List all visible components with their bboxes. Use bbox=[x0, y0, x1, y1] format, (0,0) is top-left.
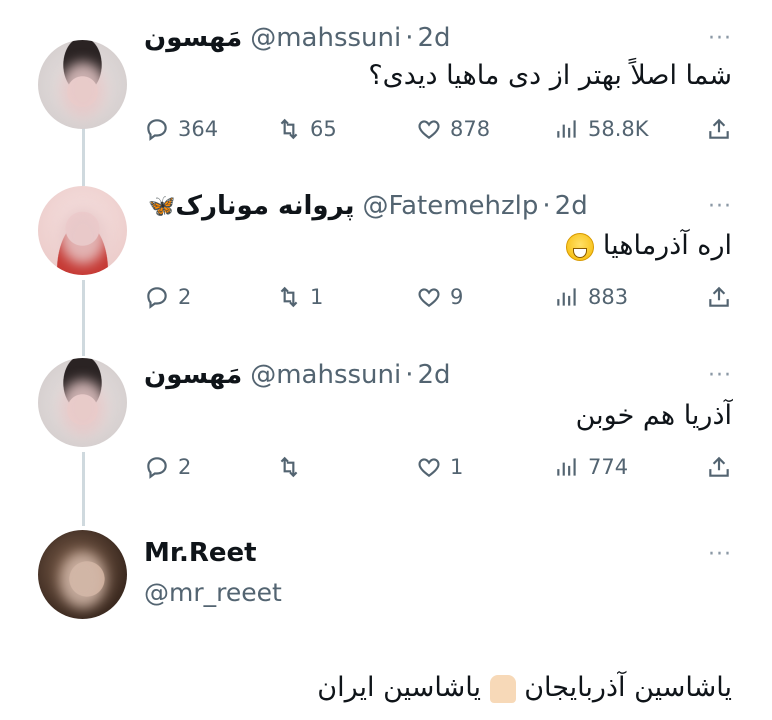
views-button[interactable]: 774 bbox=[554, 450, 628, 484]
like-button[interactable]: 878 bbox=[416, 112, 490, 146]
timestamp[interactable]: 2d bbox=[418, 360, 451, 390]
more-icon[interactable]: ··· bbox=[708, 542, 732, 567]
separator-dot: · bbox=[405, 360, 414, 390]
tweet-text: یاشاسین آذربایجان یاشاسین ایران bbox=[317, 672, 732, 703]
like-count: 9 bbox=[450, 285, 464, 309]
action-bar: 364 65 878 58.8K bbox=[144, 112, 732, 146]
tweet-text-content: اره آذرماهیا bbox=[602, 230, 732, 261]
reply-button[interactable]: 364 bbox=[144, 112, 218, 146]
reply-icon bbox=[147, 119, 167, 141]
like-button[interactable]: 9 bbox=[416, 280, 463, 314]
timestamp[interactable]: 2d bbox=[555, 191, 588, 221]
share-icon bbox=[709, 286, 729, 307]
tweet-header: مَهسون @mahssuni · 2d bbox=[144, 355, 732, 395]
user-handle[interactable]: @mahssuni bbox=[250, 360, 401, 390]
retweet-count: 1 bbox=[310, 285, 324, 309]
views-icon bbox=[557, 120, 576, 138]
like-icon bbox=[418, 288, 440, 307]
views-count: 883 bbox=[588, 285, 629, 309]
reply-count: 2 bbox=[178, 285, 192, 309]
retweet-count: 65 bbox=[310, 117, 337, 141]
like-icon bbox=[418, 120, 440, 139]
share-button[interactable] bbox=[706, 280, 732, 314]
grin-emoji bbox=[566, 232, 595, 261]
like-count: 878 bbox=[450, 117, 491, 141]
tweet-text-part: یاشاسین آذربایجان bbox=[524, 672, 732, 703]
more-icon[interactable]: ··· bbox=[708, 363, 732, 388]
share-icon bbox=[709, 456, 729, 477]
reply-icon bbox=[147, 457, 167, 479]
retweet-icon bbox=[280, 286, 298, 308]
thread-line bbox=[82, 126, 85, 186]
tweet-text: اره آذرماهیا bbox=[566, 230, 732, 261]
retweet-icon bbox=[280, 456, 298, 478]
retweet-button[interactable]: 65 bbox=[276, 112, 337, 146]
separator-dot: · bbox=[542, 191, 551, 221]
like-count: 1 bbox=[450, 455, 464, 479]
butterfly-emoji: 🦋 bbox=[148, 193, 176, 219]
retweet-button[interactable] bbox=[276, 450, 310, 484]
raised-hands-emoji bbox=[489, 674, 516, 703]
reply-count: 364 bbox=[178, 117, 219, 141]
separator-dot: · bbox=[405, 23, 414, 53]
share-button[interactable] bbox=[706, 112, 732, 146]
views-count: 58.8K bbox=[588, 117, 649, 141]
views-icon bbox=[557, 458, 576, 476]
reply-button[interactable]: 2 bbox=[144, 450, 191, 484]
action-bar: 2 1 9 883 bbox=[144, 280, 732, 314]
share-icon bbox=[709, 118, 729, 139]
tweet-text: آذریا هم خوبن bbox=[575, 400, 732, 431]
like-icon bbox=[418, 458, 440, 477]
display-name[interactable]: Mr.Reet bbox=[144, 538, 257, 568]
timestamp[interactable]: 2d bbox=[418, 23, 451, 53]
like-button[interactable]: 1 bbox=[416, 450, 463, 484]
tweet-header: مَهسون @mahssuni · 2d bbox=[144, 18, 732, 58]
tweet-text: شما اصلاً بهتر از دی ماهیا دیدی؟ bbox=[368, 60, 732, 91]
display-name[interactable]: مَهسون bbox=[144, 23, 242, 53]
avatar[interactable] bbox=[38, 530, 127, 619]
thread-line bbox=[82, 452, 85, 526]
user-handle[interactable]: @mr_reeet bbox=[144, 578, 282, 607]
more-icon[interactable]: ··· bbox=[708, 194, 732, 219]
avatar[interactable] bbox=[38, 358, 127, 447]
retweet-icon bbox=[280, 118, 298, 140]
tweet-text-part: یاشاسین ایران bbox=[317, 672, 481, 703]
views-count: 774 bbox=[588, 455, 629, 479]
tweet-header: 🦋 پروانه مونارک @Fatemehzlp · 2d bbox=[144, 186, 732, 226]
share-button[interactable] bbox=[706, 450, 732, 484]
thread-line bbox=[82, 280, 85, 356]
user-handle[interactable]: @Fatemehzlp bbox=[363, 191, 539, 221]
user-handle[interactable]: @mahssuni bbox=[250, 23, 401, 53]
views-button[interactable]: 883 bbox=[554, 280, 628, 314]
display-name[interactable]: مَهسون bbox=[144, 360, 242, 390]
reply-button[interactable]: 2 bbox=[144, 280, 191, 314]
views-icon bbox=[557, 288, 576, 306]
reply-icon bbox=[147, 287, 167, 309]
display-name[interactable]: پروانه مونارک bbox=[175, 191, 354, 221]
retweet-button[interactable]: 1 bbox=[276, 280, 323, 314]
reply-count: 2 bbox=[178, 455, 192, 479]
avatar[interactable] bbox=[38, 40, 127, 129]
views-button[interactable]: 58.8K bbox=[554, 112, 649, 146]
action-bar: 2 1 774 bbox=[144, 450, 732, 484]
more-icon[interactable]: ··· bbox=[708, 26, 732, 51]
avatar[interactable] bbox=[38, 186, 127, 275]
